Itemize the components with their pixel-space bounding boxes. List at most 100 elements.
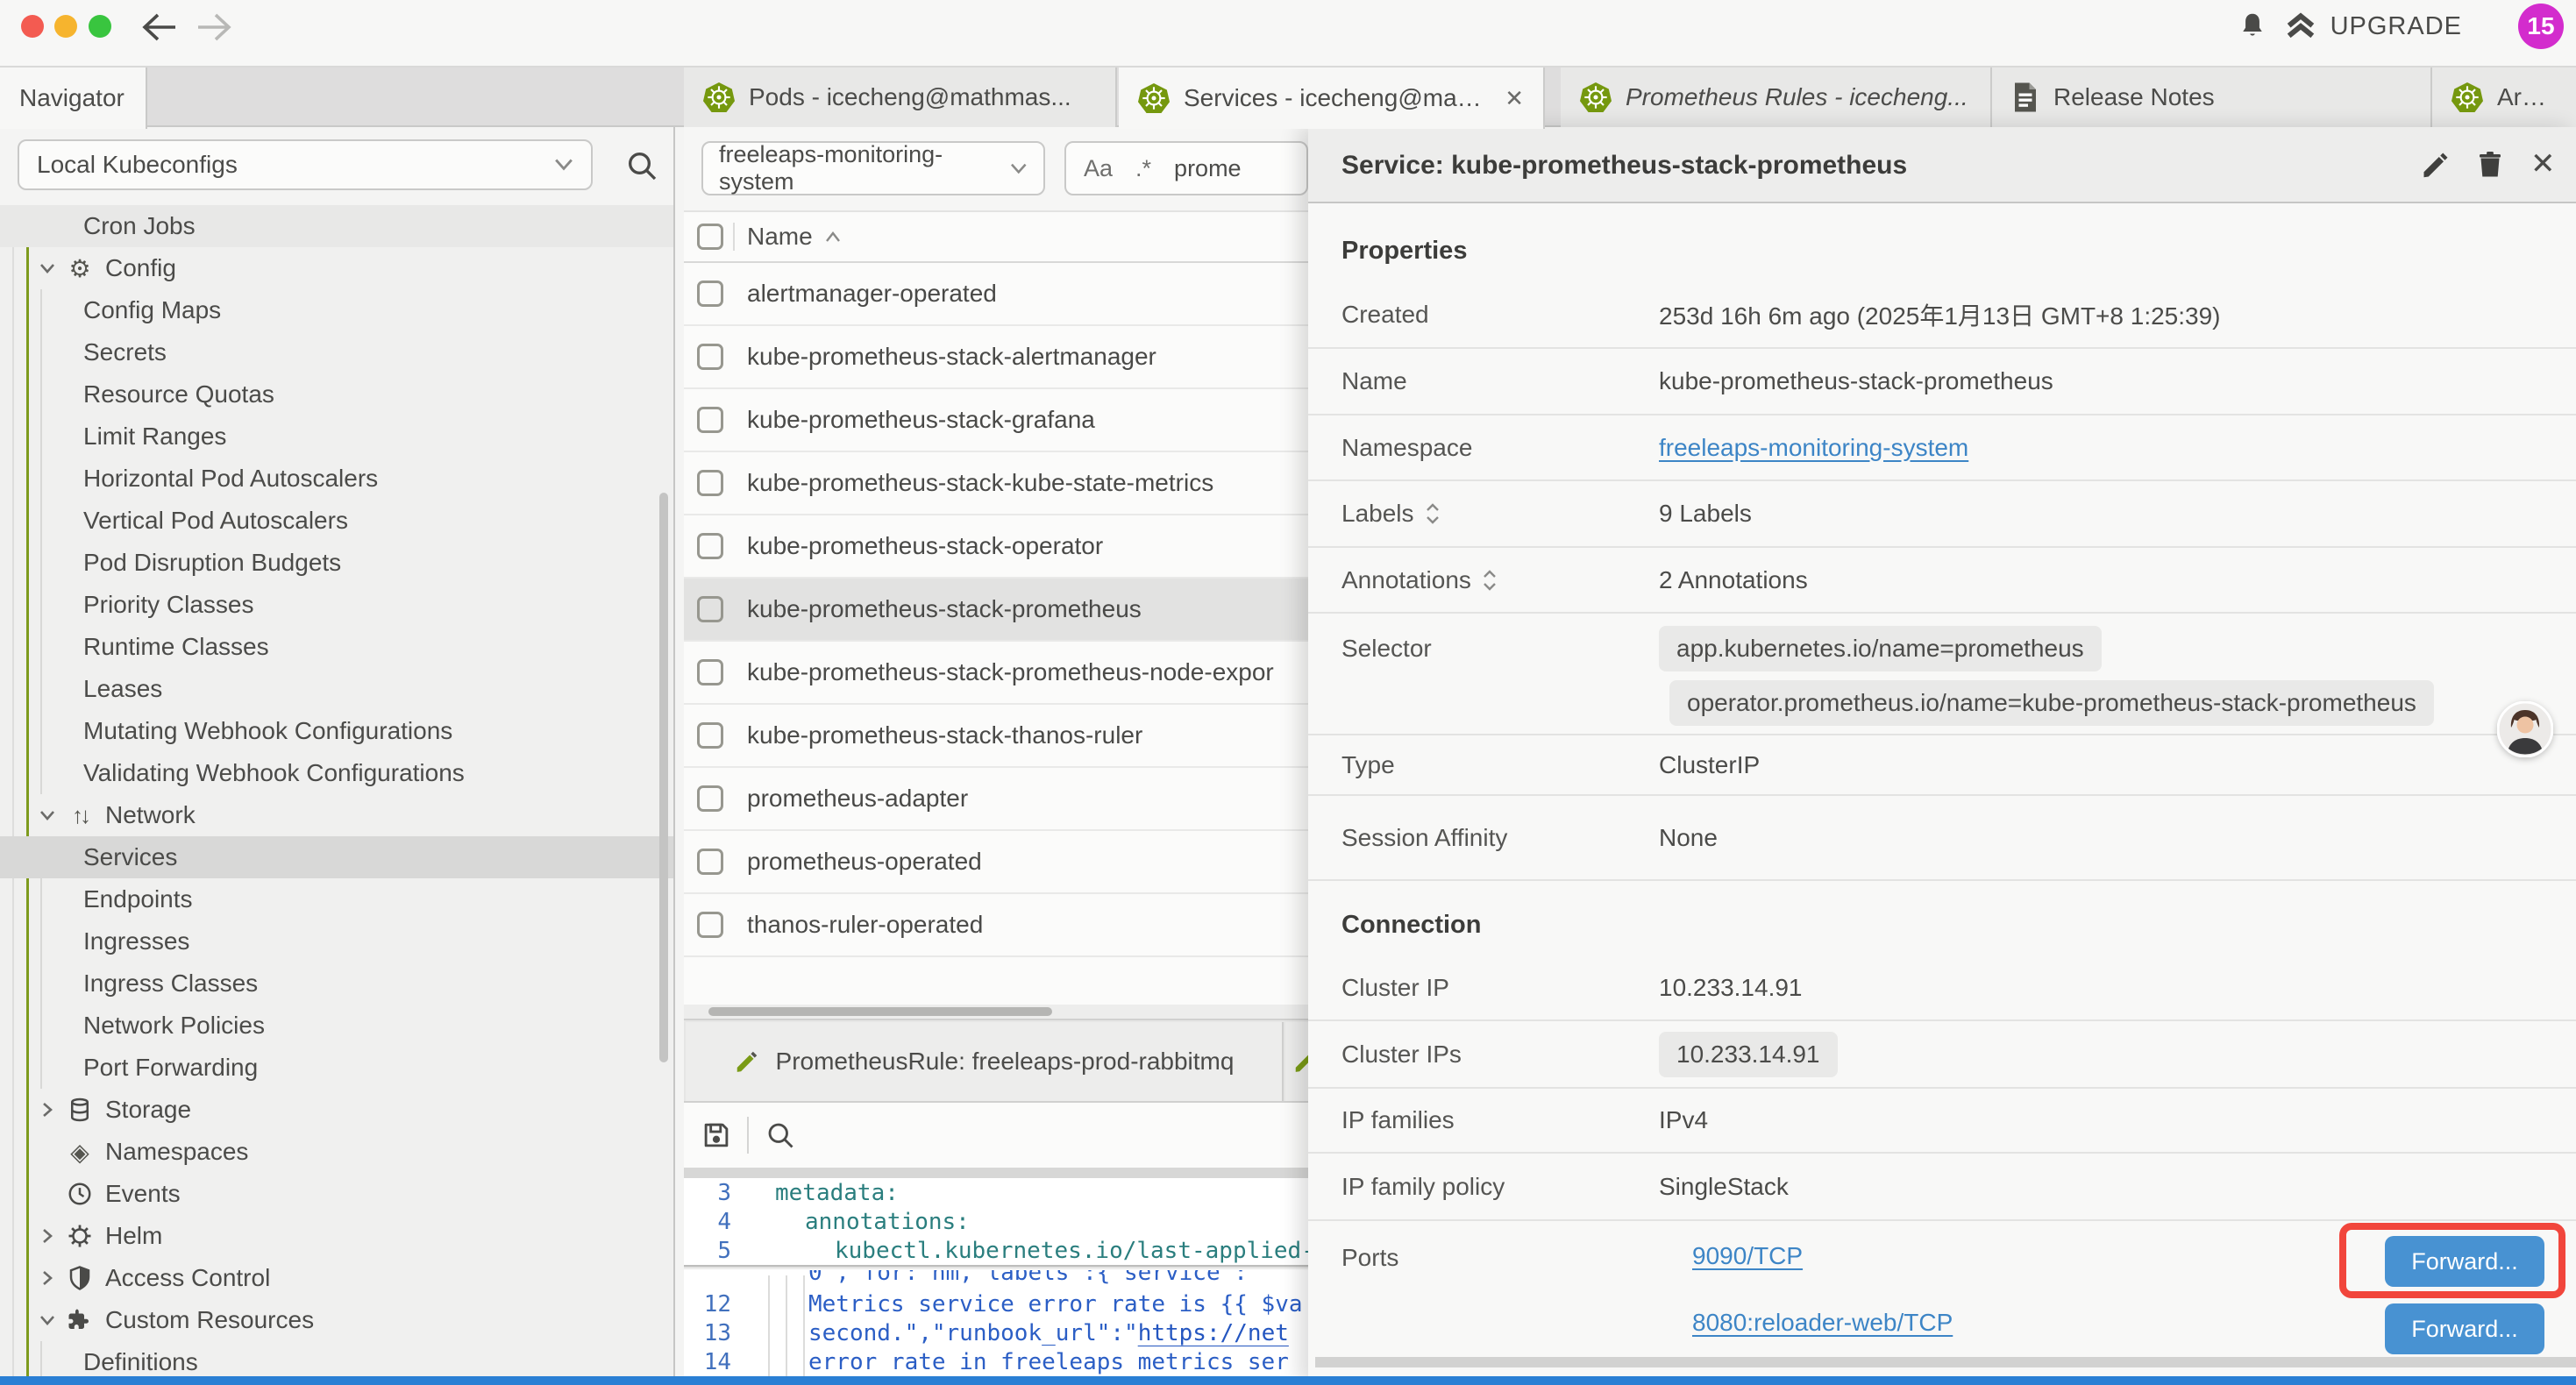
sidebar-item-ingresses[interactable]: Ingresses (0, 920, 673, 962)
port-link-8080[interactable]: 8080:reloader-web/TCP (1692, 1309, 1953, 1337)
close-window-button[interactable] (21, 15, 44, 38)
sidebar-item-custom-resources[interactable]: Custom Resources (0, 1299, 673, 1341)
filter-input[interactable]: Aa .* prome (1064, 141, 1308, 195)
sidebar-item-vertical-pod-autoscalers[interactable]: Vertical Pod Autoscalers (0, 500, 673, 542)
table-row[interactable]: prometheus-adapter (684, 768, 1308, 831)
connection-heading: Connection (1308, 881, 2576, 955)
sidebar-item-events[interactable]: Events (0, 1173, 673, 1215)
expand-collapse-icon[interactable] (1482, 569, 1498, 592)
table-row[interactable]: kube-prometheus-stack-kube-state-metrics (684, 452, 1308, 515)
pencil-icon (734, 1048, 760, 1075)
tab-navigator[interactable]: Navigator (0, 67, 147, 129)
namespace-selector[interactable]: freeleaps-monitoring-system (701, 141, 1045, 195)
minimize-window-button[interactable] (54, 15, 77, 38)
forward-arrow-icon[interactable] (195, 12, 233, 42)
scrollbar-thumb[interactable] (708, 1007, 1052, 1016)
horizontal-scrollbar[interactable] (684, 1005, 1308, 1019)
select-all-checkbox[interactable] (697, 224, 723, 250)
table-row[interactable]: thanos-ruler-operated (684, 894, 1308, 957)
match-case-icon[interactable]: Aa (1084, 155, 1113, 182)
sidebar-scrollbar[interactable] (659, 493, 668, 1062)
sidebar-item-leases[interactable]: Leases (0, 668, 673, 710)
edit-pencil-icon[interactable] (2420, 149, 2451, 181)
sidebar-item-namespaces[interactable]: ◈ Namespaces (0, 1131, 673, 1173)
row-checkbox[interactable] (697, 785, 723, 812)
port-link-9090[interactable]: 9090/TCP (1692, 1242, 1803, 1270)
table-row[interactable]: kube-prometheus-stack-prometheus-node-ex… (684, 642, 1308, 705)
detail-horizontal-scrollbar[interactable] (1315, 1357, 2576, 1367)
sidebar-item-mutating-webhook-configurations[interactable]: Mutating Webhook Configurations (0, 710, 673, 752)
avatar[interactable] (2497, 701, 2553, 757)
close-panel-icon[interactable]: ✕ (2530, 146, 2556, 181)
sidebar-item-services[interactable]: Services (0, 836, 673, 878)
sidebar-item-storage[interactable]: Storage (0, 1089, 673, 1131)
yaml-editor[interactable]: 3metadata: 4annotations: 5kubectl.kubern… (684, 1168, 1308, 1385)
sidebar-item-horizontal-pod-autoscalers[interactable]: Horizontal Pod Autoscalers (0, 458, 673, 500)
runbook-url-link[interactable]: https://net (1138, 1320, 1289, 1346)
row-checkbox[interactable] (697, 344, 723, 370)
sidebar-item-validating-webhook-configurations[interactable]: Validating Webhook Configurations (0, 752, 673, 794)
row-checkbox[interactable] (697, 849, 723, 875)
labels-count[interactable]: 9 Labels (1659, 500, 1752, 528)
table-row[interactable]: kube-prometheus-stack-grafana (684, 389, 1308, 452)
sidebar-item-runtime-classes[interactable]: Runtime Classes (0, 626, 673, 668)
tab-services[interactable]: Services - icecheng@math... ✕ (1119, 67, 1545, 129)
row-checkbox[interactable] (697, 470, 723, 496)
table-row[interactable]: kube-prometheus-stack-operator (684, 515, 1308, 579)
sidebar-item-limit-ranges[interactable]: Limit Ranges (0, 416, 673, 458)
tab-prometheus-rules[interactable]: Prometheus Rules - icecheng... (1561, 67, 1992, 127)
row-checkbox[interactable] (697, 659, 723, 685)
row-checkbox[interactable] (697, 407, 723, 433)
editor-search-icon[interactable] (765, 1119, 796, 1151)
forward-button-9090[interactable]: Forward... (2385, 1236, 2544, 1287)
sidebar-item-helm[interactable]: Helm (0, 1215, 673, 1257)
sidebar-item-config[interactable]: ⚙ Config (0, 247, 673, 289)
kubeconfig-selector[interactable]: Local Kubeconfigs (18, 139, 593, 190)
tab-release-notes[interactable]: Release Notes (1992, 67, 2432, 127)
sidebar-item-network-policies[interactable]: Network Policies (0, 1005, 673, 1047)
sidebar-item-priority-classes[interactable]: Priority Classes (0, 584, 673, 626)
row-checkbox[interactable] (697, 912, 723, 938)
sidebar-item-endpoints[interactable]: Endpoints (0, 878, 673, 920)
forward-button-8080[interactable]: Forward... (2385, 1303, 2544, 1354)
expand-collapse-icon[interactable] (1425, 502, 1441, 525)
sidebar-item-secrets[interactable]: Secrets (0, 331, 673, 373)
row-checkbox[interactable] (697, 722, 723, 749)
table-row[interactable]: alertmanager-operated (684, 263, 1308, 326)
tab-pods[interactable]: Pods - icecheng@mathmas... (684, 67, 1117, 127)
notifications-bell-icon[interactable] (2236, 10, 2269, 43)
table-row[interactable]: kube-prometheus-stack-alertmanager (684, 326, 1308, 389)
row-checkbox[interactable] (697, 281, 723, 307)
sidebar-item-access-control[interactable]: Access Control (0, 1257, 673, 1299)
sidebar-item-pod-disruption-budgets[interactable]: Pod Disruption Budgets (0, 542, 673, 584)
annotations-count[interactable]: 2 Annotations (1659, 566, 1808, 594)
name-column-header[interactable]: Name (747, 223, 841, 251)
upgrade-button[interactable]: UPGRADE (2283, 0, 2462, 53)
editor-tab-prometheusrule[interactable]: PrometheusRule: freeleaps-prod-rabbitmq (686, 1022, 1284, 1101)
namespace-link[interactable]: freeleaps-monitoring-system (1659, 434, 1968, 462)
row-checkbox[interactable] (697, 596, 723, 622)
sidebar-item-cron-jobs[interactable]: Cron Jobs (0, 205, 673, 247)
editor-tab-partial[interactable] (1285, 1022, 1308, 1101)
maximize-window-button[interactable] (89, 15, 111, 38)
sidebar-item-ingress-classes[interactable]: Ingress Classes (0, 962, 673, 1005)
network-arrows-icon: ↑↓ (65, 802, 95, 829)
regex-icon[interactable]: .* (1135, 155, 1151, 182)
search-icon[interactable] (624, 148, 659, 183)
gear-icon: ⚙ (65, 254, 95, 283)
row-checkbox[interactable] (697, 533, 723, 559)
tab-argo[interactable]: Argo Serv (2432, 67, 2576, 127)
table-row[interactable]: prometheus-operated (684, 831, 1308, 894)
save-icon[interactable] (700, 1119, 733, 1152)
notification-count-badge[interactable]: 15 (2518, 4, 2564, 49)
close-tab-icon[interactable]: ✕ (1505, 85, 1524, 112)
back-arrow-icon[interactable] (140, 12, 179, 42)
table-row-selected[interactable]: kube-prometheus-stack-prometheus (684, 579, 1308, 642)
sidebar-item-resource-quotas[interactable]: Resource Quotas (0, 373, 673, 416)
editor-scrollbar[interactable] (684, 1168, 1308, 1178)
table-row[interactable]: kube-prometheus-stack-thanos-ruler (684, 705, 1308, 768)
sidebar-item-port-forwarding[interactable]: Port Forwarding (0, 1047, 673, 1089)
sidebar-item-config-maps[interactable]: Config Maps (0, 289, 673, 331)
delete-trash-icon[interactable] (2474, 149, 2506, 181)
sidebar-item-network[interactable]: ↑↓ Network (0, 794, 673, 836)
